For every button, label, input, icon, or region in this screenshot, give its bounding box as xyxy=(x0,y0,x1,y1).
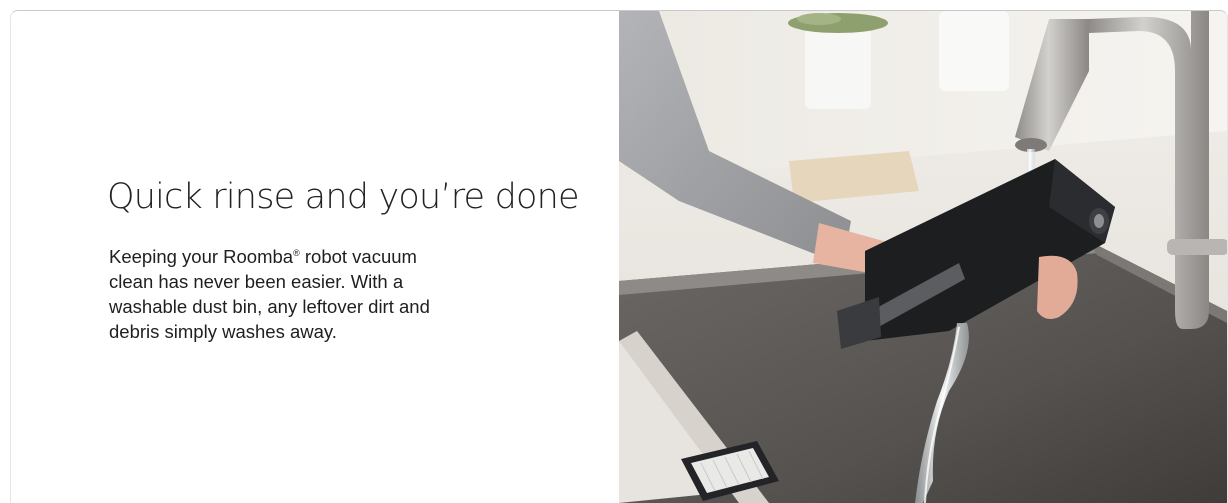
feature-text-panel: Quick rinse and you’re done Keeping your… xyxy=(11,11,619,503)
feature-description: Keeping your Roomba® robot vacuum clean … xyxy=(109,241,459,344)
product-photo xyxy=(619,11,1227,503)
feature-card: Quick rinse and you’re done Keeping your… xyxy=(10,10,1228,503)
registered-trademark: ® xyxy=(293,248,300,258)
feature-heading: Quick rinse and you’re done xyxy=(107,177,580,217)
feature-description-start: Keeping your Roomba xyxy=(109,246,294,267)
